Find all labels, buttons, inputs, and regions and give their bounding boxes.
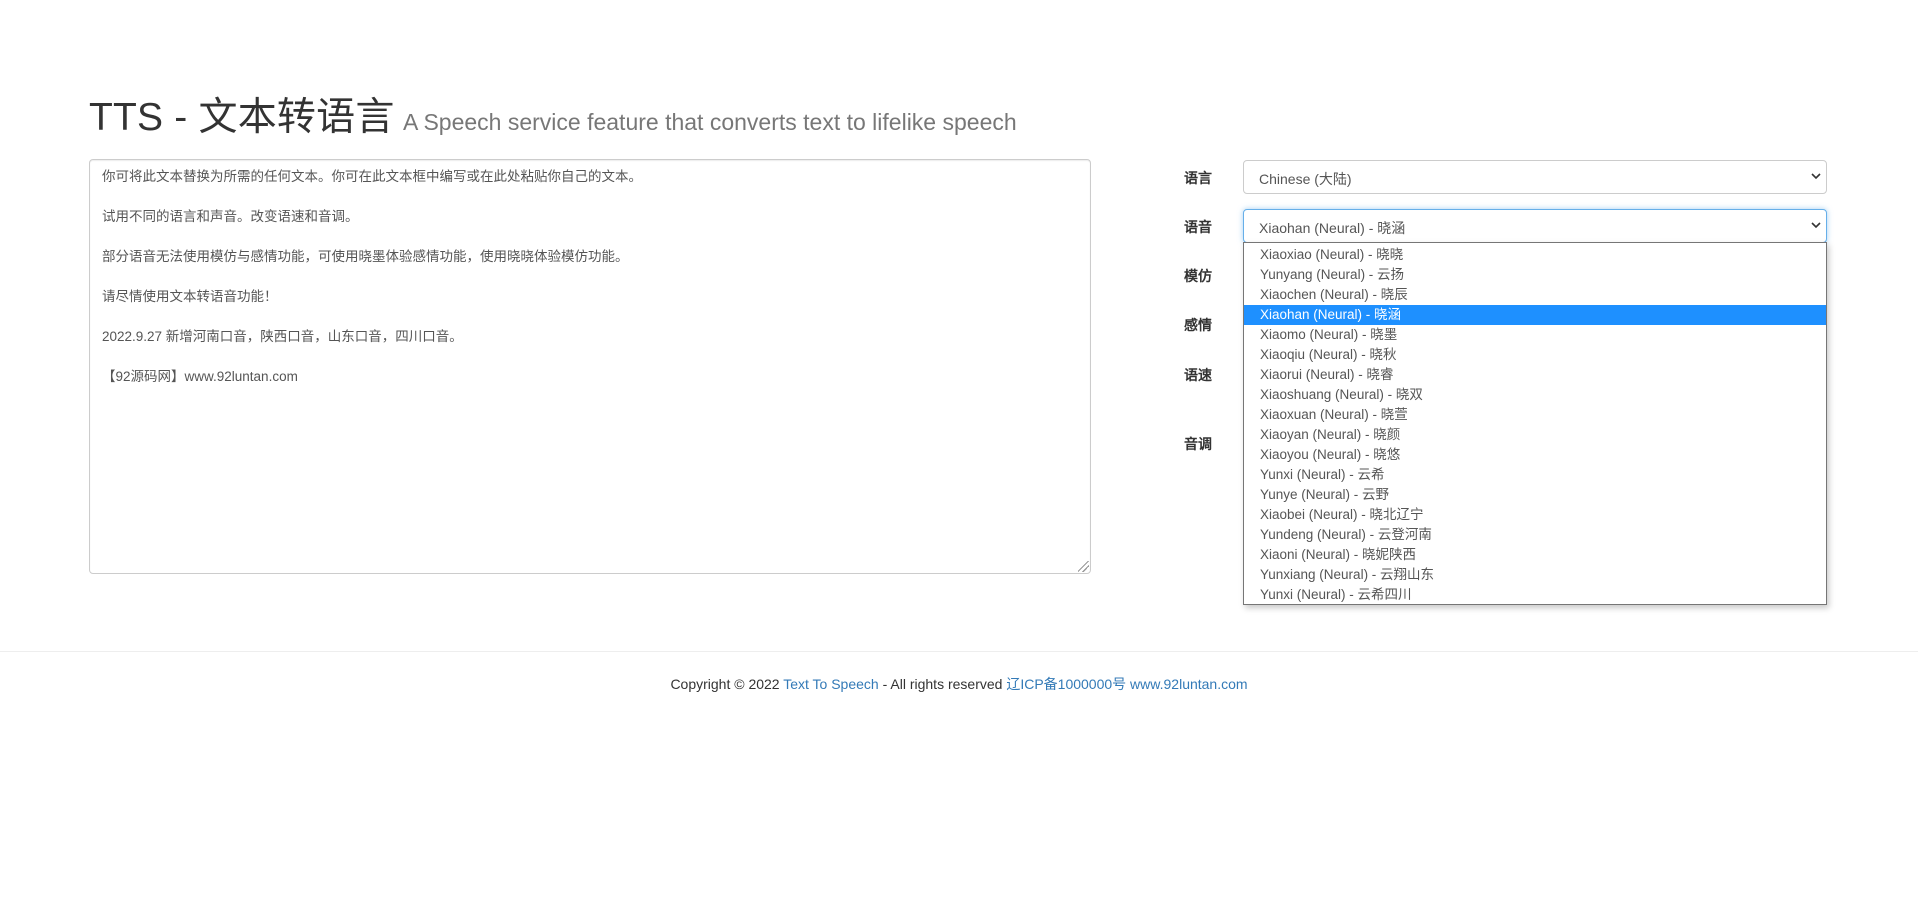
voice-select-value: Xiaohan (Neural) - 晓涵 (1259, 220, 1406, 236)
footer: Copyright © 2022 Text To Speech - All ri… (0, 674, 1918, 694)
voice-label: 语音 (1184, 219, 1212, 235)
voice-option[interactable]: Xiaobei (Neural) - 晓北辽宁 (1244, 505, 1826, 525)
voice-option[interactable]: Xiaohan (Neural) - 晓涵 (1244, 305, 1826, 325)
voice-option[interactable]: Yunxi (Neural) - 云希 (1244, 465, 1826, 485)
page: TTS - 文本转语言 A Speech service feature tha… (0, 0, 1918, 911)
voice-dropdown-list[interactable]: Xiaoxiao (Neural) - 晓晓 Yunyang (Neural) -… (1243, 242, 1827, 605)
voice-option[interactable]: Yunye (Neural) - 云野 (1244, 485, 1826, 505)
voice-option[interactable]: Xiaorui (Neural) - 晓睿 (1244, 365, 1826, 385)
page-subtitle: A Speech service feature that converts t… (402, 109, 1017, 135)
chevron-down-icon (1811, 173, 1821, 180)
imitate-label: 模仿 (1184, 268, 1212, 284)
voice-option[interactable]: Xiaoqiu (Neural) - 晓秋 (1244, 345, 1826, 365)
voice-option[interactable]: Xiaoxuan (Neural) - 晓萱 (1244, 405, 1826, 425)
voice-option[interactable]: Xiaoyan (Neural) - 晓颜 (1244, 425, 1826, 445)
text-line: 试用不同的语言和声音。改变语速和音调。 (102, 209, 359, 224)
text-input-area[interactable]: 你可将此文本替换为所需的任何文本。你可在此文本框中编写或在此处粘贴你自己的文本。… (89, 159, 1091, 574)
rights-text: - All rights reserved (882, 676, 1003, 692)
copyright-text: Copyright © 2022 (670, 676, 780, 692)
voice-option[interactable]: Yunyang (Neural) - 云扬 (1244, 265, 1826, 285)
voice-option[interactable]: Yunxi (Neural) - 云希四川 (1244, 585, 1826, 605)
voice-option[interactable]: Xiaochen (Neural) - 晓辰 (1244, 285, 1826, 305)
text-line: 2022.9.27 新增河南口音，陕西口音，山东口音，四川口音。 (102, 329, 463, 344)
text-line: 部分语音无法使用模仿与感情功能，可使用晓墨体验感情功能，使用晓晓体验模仿功能。 (102, 249, 629, 264)
page-title: TTS - 文本转语言 (89, 96, 395, 139)
emotion-label: 感情 (1184, 317, 1212, 333)
voice-option[interactable]: Xiaoshuang (Neural) - 晓双 (1244, 385, 1826, 405)
icp-link[interactable]: 辽ICP备1000000号 www.92luntan.com (1006, 676, 1247, 692)
voice-select[interactable]: Xiaohan (Neural) - 晓涵 (1243, 209, 1827, 243)
page-header: TTS - 文本转语言 A Speech service feature tha… (89, 86, 1017, 142)
rate-label: 语速 (1184, 367, 1212, 383)
language-select[interactable]: Chinese (大陆) (1243, 160, 1827, 194)
voice-option[interactable]: Yunxiang (Neural) - 云翔山东 (1244, 565, 1826, 585)
pitch-label: 音调 (1184, 436, 1212, 452)
text-line: 你可将此文本替换为所需的任何文本。你可在此文本框中编写或在此处粘贴你自己的文本。 (102, 169, 642, 184)
text-line: 请尽情使用文本转语音功能！ (102, 289, 278, 304)
voice-option[interactable]: Yundeng (Neural) - 云登河南 (1244, 525, 1826, 545)
voice-option[interactable]: Xiaoyou (Neural) - 晓悠 (1244, 445, 1826, 465)
footer-divider (0, 651, 1918, 652)
voice-option[interactable]: Xiaomo (Neural) - 晓墨 (1244, 325, 1826, 345)
resize-handle-icon[interactable] (1078, 561, 1089, 572)
language-select-value: Chinese (大陆) (1259, 171, 1352, 187)
site-link[interactable]: Text To Speech (783, 676, 878, 692)
chevron-down-icon (1811, 222, 1821, 229)
text-line: 【92源码网】www.92luntan.com (102, 369, 298, 384)
voice-option[interactable]: Xiaoxiao (Neural) - 晓晓 (1244, 245, 1826, 265)
voice-option[interactable]: Xiaoni (Neural) - 晓妮陕西 (1244, 545, 1826, 565)
language-label: 语言 (1184, 170, 1212, 186)
